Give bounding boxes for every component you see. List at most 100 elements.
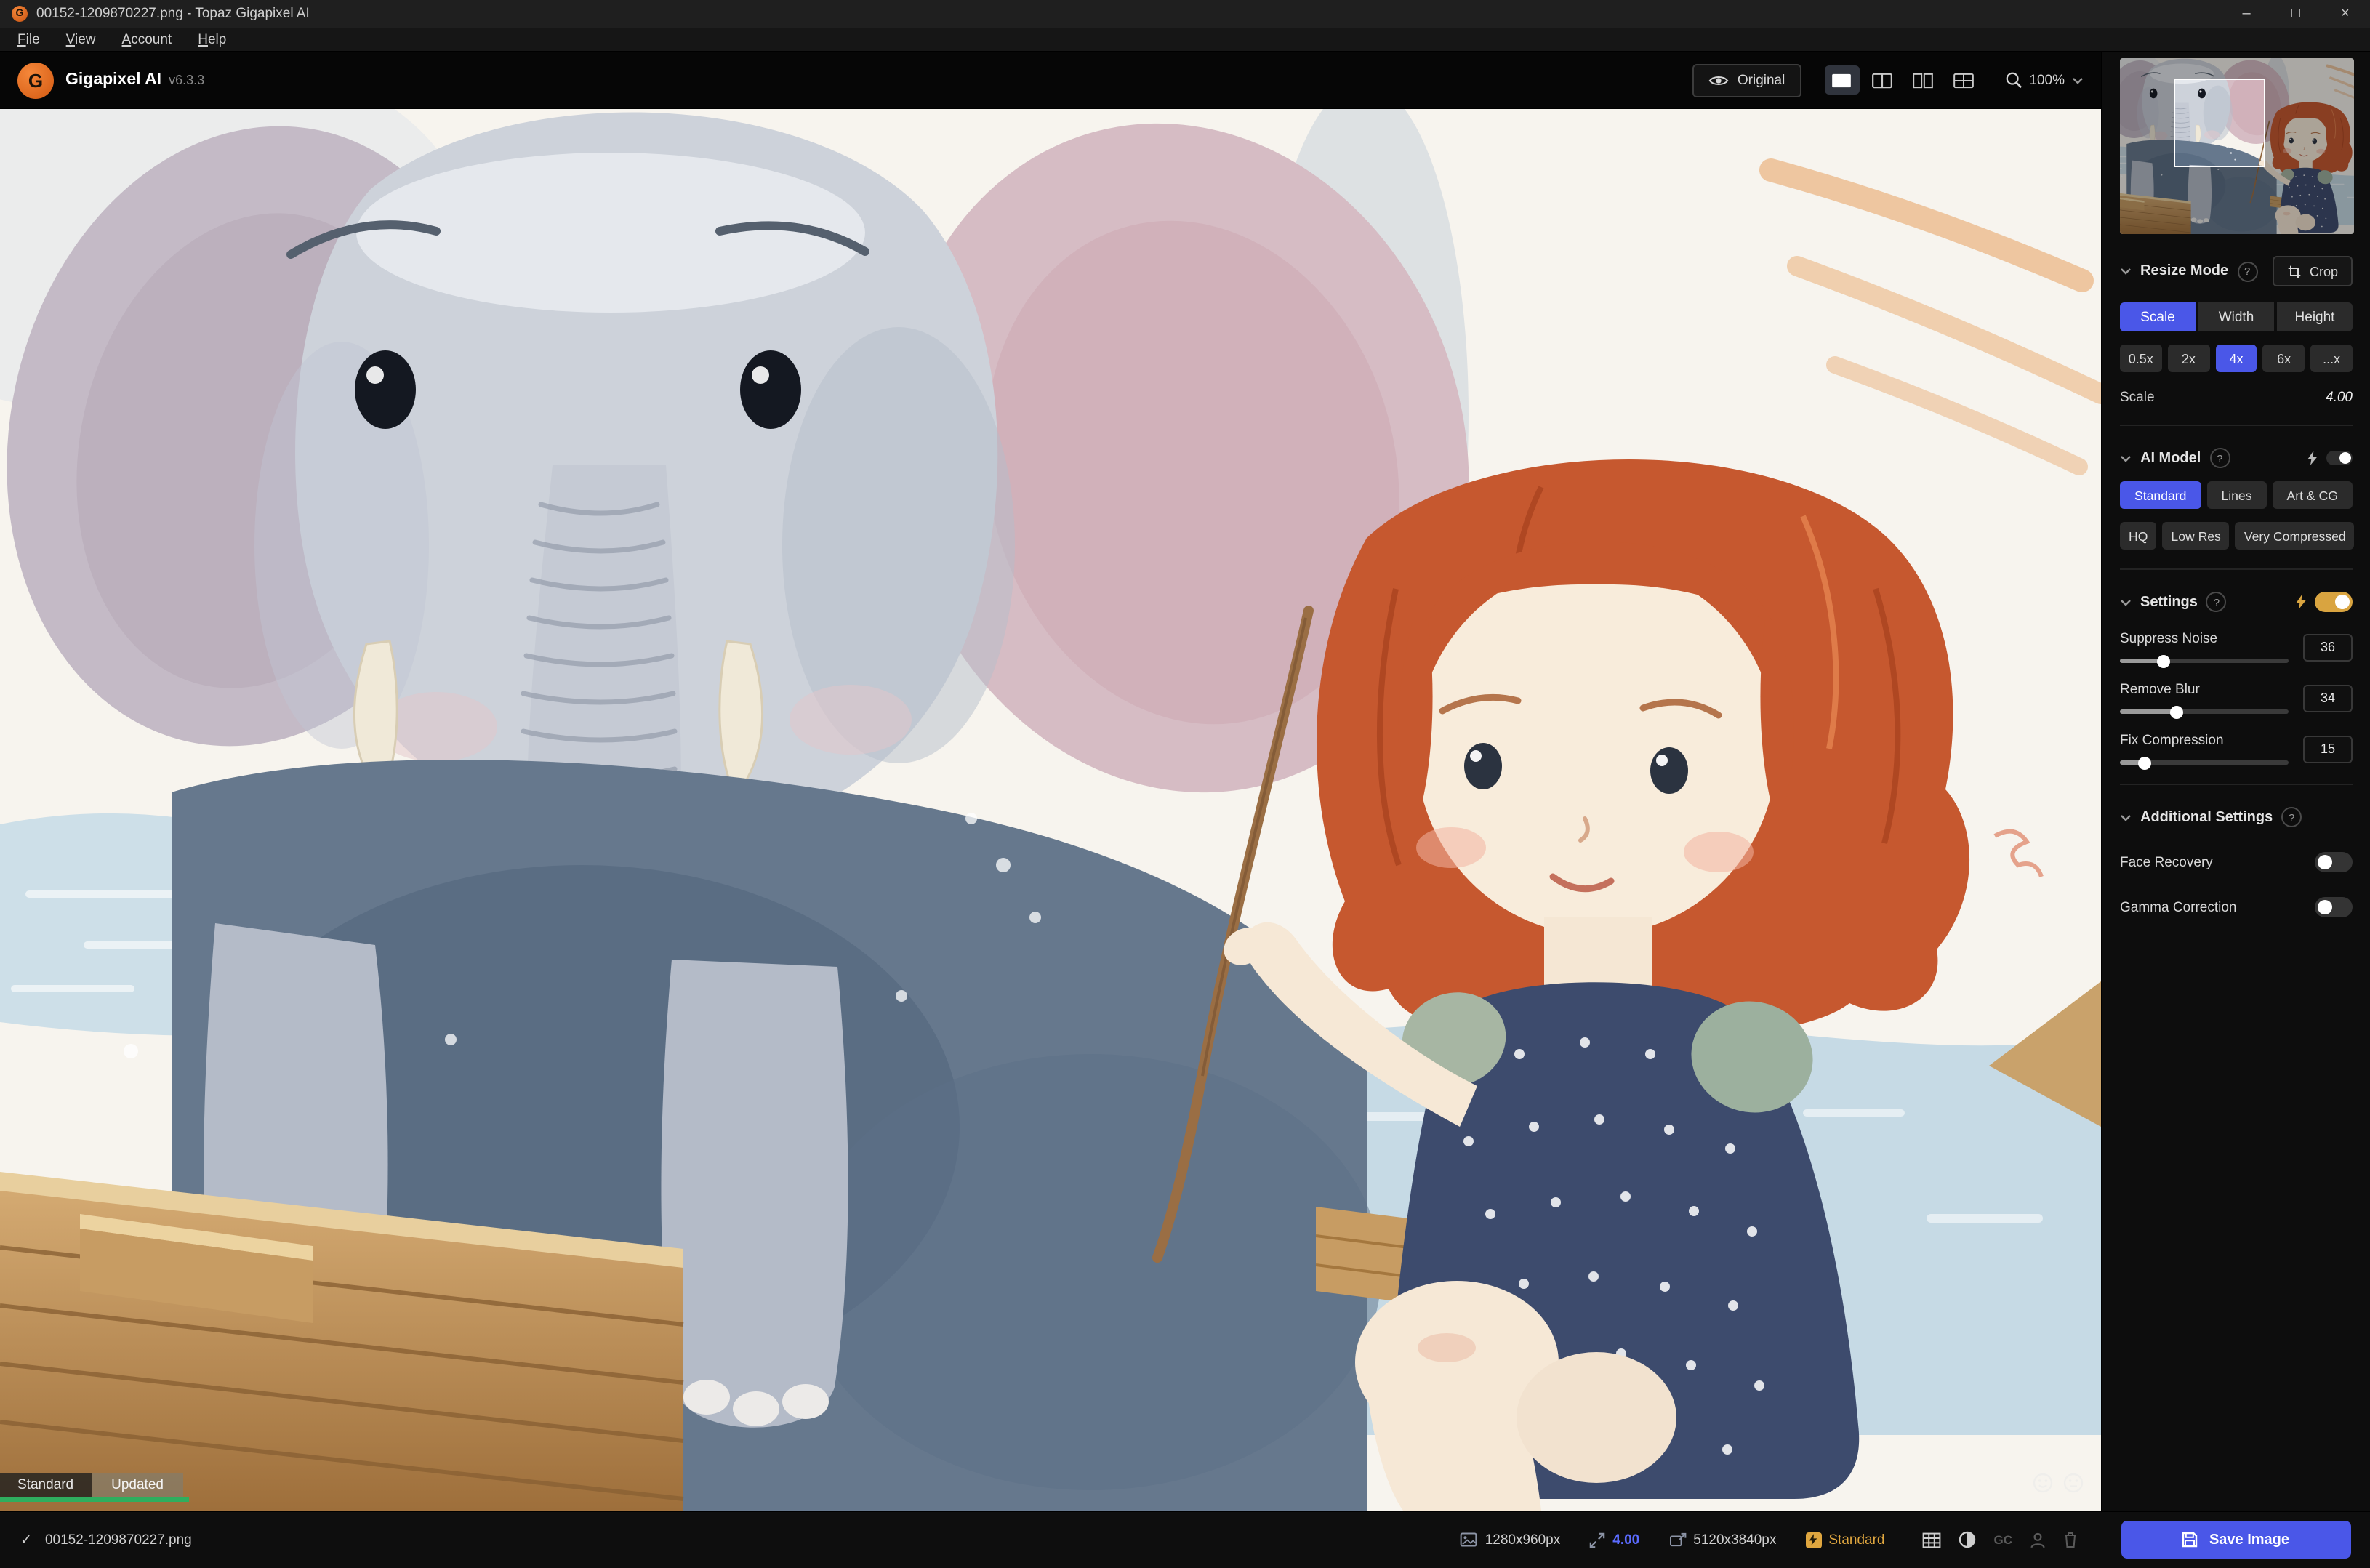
original-label: Original: [1738, 72, 1785, 88]
divider: [2120, 425, 2353, 426]
slider-knob[interactable]: [2139, 756, 2152, 769]
close-button[interactable]: ×: [2321, 0, 2370, 28]
additional-settings-header[interactable]: Additional Settings ?: [2120, 807, 2353, 827]
scale-factor-buttons: 0.5x 2x 4x 6x ...x: [2120, 345, 2353, 372]
divider: [2120, 784, 2353, 785]
split-view-button[interactable]: [1865, 65, 1900, 95]
factor-custom[interactable]: ...x: [2310, 345, 2353, 372]
statusbar: ✓ 00152-1209870227.png 1280x960px 4.00 5…: [0, 1511, 2370, 1568]
navigator-thumbnail[interactable]: [2120, 58, 2354, 234]
search-icon: [2004, 71, 2022, 89]
remove-image-icon[interactable]: [2063, 1532, 2078, 1549]
slider-knob[interactable]: [2171, 705, 2184, 718]
feedback-positive-icon[interactable]: [2033, 1473, 2053, 1493]
save-image-button[interactable]: Save Image: [2121, 1521, 2350, 1559]
crop-button[interactable]: Crop: [2273, 256, 2353, 286]
save-icon: [2182, 1532, 2199, 1549]
ai-model-header[interactable]: AI Model ?: [2120, 448, 2353, 468]
tab-width[interactable]: Width: [2198, 302, 2274, 331]
tab-height[interactable]: Height: [2277, 302, 2353, 331]
gamma-correction-row: Gamma Correction: [2120, 897, 2353, 917]
remove-blur-value[interactable]: 34: [2303, 684, 2353, 712]
tab-scale[interactable]: Scale: [2120, 302, 2196, 331]
input-size-item: 1280x960px: [1461, 1532, 1561, 1548]
chevron-down-icon: [2120, 268, 2132, 275]
slider-knob[interactable]: [2157, 654, 2170, 667]
model-buttons-row2: HQ Low Res Very Compressed: [2120, 522, 2353, 550]
menu-account[interactable]: Account: [111, 30, 184, 49]
minimize-button[interactable]: –: [2222, 0, 2271, 28]
auto-settings-toggle[interactable]: [2315, 592, 2353, 612]
fix-compression-value[interactable]: 15: [2303, 735, 2353, 763]
quad-view-button[interactable]: [1946, 65, 1981, 95]
model-standard-button[interactable]: Standard: [2120, 481, 2201, 509]
suppress-noise-slider[interactable]: [2120, 659, 2289, 663]
app-name: Gigapixel AI: [65, 71, 161, 89]
factor-6x[interactable]: 6x: [2263, 345, 2305, 372]
model-buttons-row1: Standard Lines Art & CG: [2120, 481, 2353, 509]
resize-mode-header[interactable]: Resize Mode ? Crop: [2120, 256, 2353, 286]
face-recovery-toggle[interactable]: [2315, 852, 2353, 872]
image-icon: [1461, 1533, 1478, 1548]
toolbar: G Gigapixel AI v6.3.3 Original: [0, 52, 2101, 109]
fix-compression-slider[interactable]: [2120, 760, 2289, 765]
model-hq-button[interactable]: HQ: [2120, 522, 2156, 550]
chevron-down-icon: [2120, 598, 2132, 606]
face-recovery-row: Face Recovery: [2120, 852, 2353, 872]
maximize-button[interactable]: □: [2271, 0, 2321, 28]
suppress-noise-label: Suppress Noise: [2120, 631, 2289, 647]
chevron-down-icon: [2120, 454, 2132, 462]
settings-title: Settings: [2140, 594, 2198, 610]
suppress-noise-value[interactable]: 36: [2303, 633, 2353, 661]
factor-0.5x[interactable]: 0.5x: [2120, 345, 2162, 372]
side-by-side-view-button[interactable]: [1905, 65, 1940, 95]
bolt-icon: [2307, 451, 2318, 465]
model-lines-button[interactable]: Lines: [2206, 481, 2266, 509]
settings-header[interactable]: Settings ?: [2120, 592, 2353, 612]
crop-icon: [2288, 264, 2302, 278]
ai-auto-toggle[interactable]: [2326, 451, 2353, 465]
factor-4x[interactable]: 4x: [2215, 345, 2257, 372]
menu-help[interactable]: Help: [186, 30, 238, 49]
zoom-control[interactable]: 100%: [2004, 71, 2084, 89]
menu-view[interactable]: View: [55, 30, 108, 49]
resize-tabs: Scale Width Height: [2120, 302, 2353, 331]
scale-label: Scale: [2120, 390, 2155, 406]
resize-mode-title: Resize Mode: [2140, 263, 2228, 279]
feedback-neutral-icon[interactable]: [2063, 1473, 2084, 1493]
contrast-icon[interactable]: [1959, 1532, 1977, 1549]
navigator-viewport-rect[interactable]: [2174, 79, 2265, 167]
factor-2x[interactable]: 2x: [2168, 345, 2210, 372]
scale-value: 4.00: [2326, 390, 2353, 406]
gigapixel-logo-icon: G: [17, 62, 54, 98]
file-check-icon: ✓: [20, 1532, 32, 1548]
remove-blur-label: Remove Blur: [2120, 682, 2289, 698]
single-view-button[interactable]: [1824, 65, 1859, 95]
split-view-icon: [1871, 72, 1893, 88]
gamma-correction-toggle[interactable]: [2315, 897, 2353, 917]
processing-progress-bar: [0, 1497, 189, 1502]
gamma-correction-label: Gamma Correction: [2120, 899, 2237, 915]
resize-help-icon[interactable]: ?: [2237, 261, 2257, 281]
menu-file[interactable]: File: [6, 30, 52, 49]
face-recovery-indicator-icon[interactable]: [2030, 1532, 2046, 1548]
settings-help-icon[interactable]: ?: [2206, 592, 2227, 612]
suppress-noise-row: Suppress Noise 36: [2120, 631, 2353, 663]
fix-compression-label: Fix Compression: [2120, 733, 2289, 749]
queue-grid-icon[interactable]: [1923, 1532, 1942, 1548]
additional-settings-help-icon[interactable]: ?: [2281, 807, 2302, 827]
compare-overlay: Standard Updated: [0, 1473, 189, 1502]
current-filename: 00152-1209870227.png: [45, 1532, 192, 1548]
ai-model-help-icon[interactable]: ?: [2209, 448, 2230, 468]
model-lowres-button[interactable]: Low Res: [2162, 522, 2229, 550]
model-art-cg-button[interactable]: Art & CG: [2273, 481, 2353, 509]
titlebar: G 00152-1209870227.png - Topaz Gigapixel…: [0, 0, 2370, 28]
ai-model-title: AI Model: [2140, 450, 2201, 466]
model-very-compressed-button[interactable]: Very Compressed: [2236, 522, 2355, 550]
remove-blur-slider[interactable]: [2120, 709, 2289, 714]
eye-icon: [1708, 73, 1729, 87]
image-viewport[interactable]: Standard Updated: [0, 109, 2101, 1511]
original-preview-button[interactable]: Original: [1692, 63, 1801, 97]
chevron-down-icon: [2072, 76, 2084, 84]
gamma-correction-indicator[interactable]: GC: [1994, 1533, 2013, 1548]
